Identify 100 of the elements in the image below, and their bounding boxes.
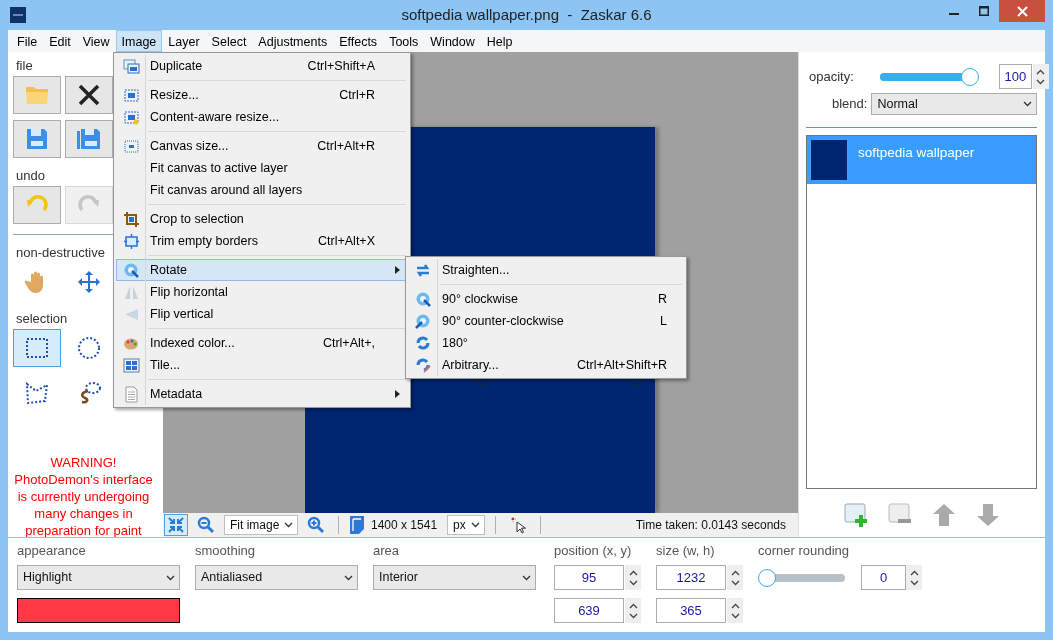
spin-buttons[interactable]: [727, 565, 743, 590]
document-icon: [122, 385, 140, 403]
menu-item[interactable]: Arbitrary... Ctrl+Alt+Shift+R: [408, 354, 684, 376]
spin-buttons[interactable]: [1032, 64, 1049, 89]
up-down-arrows-icon: [628, 568, 638, 587]
corner-rounding-input[interactable]: 0: [861, 565, 906, 590]
position-y-input[interactable]: 639: [554, 598, 624, 623]
save-icon: [24, 126, 50, 152]
section-label: non-destructive: [16, 245, 105, 261]
menu-item[interactable]: Fit canvas around all layers: [116, 179, 408, 201]
thumbnail-placeholder: [811, 140, 847, 180]
spin-buttons[interactable]: [906, 565, 922, 590]
save-button[interactable]: [13, 120, 61, 158]
section-label: undo: [16, 168, 45, 184]
save-as-button[interactable]: [65, 120, 113, 158]
menu-item[interactable]: Layer: [162, 30, 206, 52]
rectangle-select-tool[interactable]: [13, 329, 61, 367]
menu-item[interactable]: Select: [205, 30, 253, 52]
slider-thumb[interactable]: [960, 67, 979, 86]
duplicate-icon: [122, 57, 140, 75]
up-down-arrows-icon: [628, 601, 638, 620]
canvas-size-icon: [122, 137, 140, 155]
size-label: size (w, h): [656, 543, 716, 559]
menu-item[interactable]: 90° counter-clockwise L: [408, 310, 684, 332]
menu-item[interactable]: Window: [424, 30, 481, 52]
section-label: selection: [16, 311, 68, 327]
resize-icon: [122, 86, 140, 104]
close-button[interactable]: [65, 76, 113, 114]
image-size-text: 1400 x 1541: [371, 517, 438, 534]
smoothing-label: smoothing: [195, 543, 256, 559]
corner-rounding-label: corner rounding: [758, 543, 851, 559]
spin-buttons[interactable]: [625, 598, 641, 623]
menu-item[interactable]: 180°: [408, 332, 684, 354]
opacity-input[interactable]: 100: [998, 64, 1032, 89]
menu-item[interactable]: Metadata: [116, 383, 408, 405]
menu-item[interactable]: Help: [480, 30, 519, 52]
opacity-label: opacity:: [809, 67, 854, 86]
caret-icon: [166, 574, 175, 581]
menu-item[interactable]: Flip horizontal: [116, 281, 408, 303]
menu-item[interactable]: Adjustments: [252, 30, 334, 52]
blend-label: blend:: [832, 95, 868, 114]
menu-item[interactable]: Canvas size... Ctrl+Alt+R: [116, 135, 408, 157]
menu-item[interactable]: 90° clockwise R: [408, 288, 684, 310]
menu-item[interactable]: Rotate: [116, 259, 408, 281]
smoothing-dropdown[interactable]: Antialiased: [195, 565, 358, 590]
maximize-icon: [979, 6, 989, 16]
zoom-out-icon: [197, 516, 215, 534]
cursor-icon: [510, 516, 527, 534]
rotate-clockwise-icon: [414, 290, 432, 308]
crop-icon: [122, 210, 140, 228]
menu-item[interactable]: Fit canvas to active layer: [116, 157, 408, 179]
dotted-polygon-icon: [24, 379, 50, 405]
section-label: file: [16, 58, 33, 74]
menu-item[interactable]: Image: [115, 30, 163, 52]
warning-text: WARNING! PhotoDemon's interface is currently undergoing many changes in preparation for paint: [13, 454, 154, 537]
content-aware-resize-icon: [122, 108, 140, 126]
up-down-arrows-icon: [730, 568, 740, 587]
shrink-arrows-icon: [167, 516, 185, 534]
time-taken-text: Time taken: 0.0143 seconds: [635, 517, 786, 534]
caret-icon: [1023, 101, 1032, 107]
width-input[interactable]: 1232: [656, 565, 726, 590]
menu-item[interactable]: File: [11, 30, 44, 52]
menu-item[interactable]: Effects: [333, 30, 384, 52]
up-down-arrows-icon: [1036, 67, 1046, 86]
position-label: position (x, y): [554, 543, 633, 559]
down-arrow-icon: [975, 503, 1000, 527]
dotted-circle-icon: [76, 335, 102, 361]
plus-icon: [843, 503, 868, 527]
rotate-counter-clockwise-icon: [414, 312, 432, 330]
position-x-input[interactable]: 95: [554, 565, 624, 590]
menu-item[interactable]: Edit: [43, 30, 77, 52]
up-down-arrows-icon: [909, 568, 919, 587]
menu-item[interactable]: Trim empty borders Ctrl+Alt+X: [116, 230, 408, 252]
spin-buttons[interactable]: [727, 598, 743, 623]
spin-buttons[interactable]: [625, 565, 641, 590]
height-input[interactable]: 365: [656, 598, 726, 623]
image-size-icon: [349, 515, 365, 535]
menu-item[interactable]: Resize... Ctrl+R: [116, 84, 408, 106]
zoom-dropdown[interactable]: Fit image: [224, 515, 298, 535]
menu-item[interactable]: Crop to selection: [116, 208, 408, 230]
menu-item[interactable]: Duplicate Ctrl+Shift+A: [116, 55, 408, 77]
menu-item[interactable]: Tools: [383, 30, 425, 52]
up-arrow-icon: [931, 503, 956, 527]
menu-item[interactable]: Flip vertical: [116, 303, 408, 325]
appearance-label: appearance: [17, 543, 87, 559]
menu-item[interactable]: Straighten...: [408, 259, 684, 281]
appearance-dropdown[interactable]: Highlight: [17, 565, 180, 590]
unit-dropdown[interactable]: px: [447, 515, 486, 535]
slider-thumb[interactable]: [758, 568, 776, 587]
area-dropdown[interactable]: Interior: [373, 565, 536, 590]
fit-button[interactable]: [164, 514, 188, 536]
rotate-pencil-icon: [414, 356, 432, 374]
close-icon: [1016, 5, 1028, 17]
menu-item[interactable]: View: [76, 30, 116, 52]
color-swatch[interactable]: [17, 598, 180, 623]
caret-icon: [284, 522, 293, 528]
blend-dropdown[interactable]: Normal: [871, 93, 1037, 115]
menu-item[interactable]: Content-aware resize...: [116, 106, 408, 128]
caret-icon: [471, 522, 481, 528]
caret-icon: [344, 574, 353, 581]
